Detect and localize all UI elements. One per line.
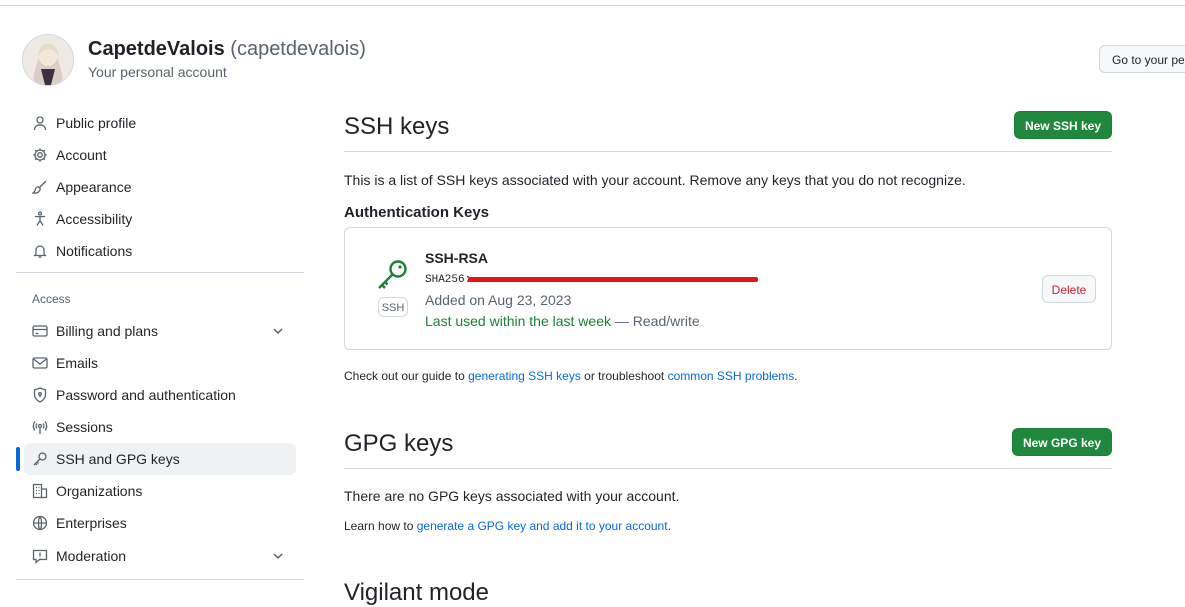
credit-card-icon bbox=[32, 323, 48, 339]
delete-key-button[interactable]: Delete bbox=[1042, 275, 1096, 303]
last-used-text: Last used within the last week bbox=[425, 313, 611, 329]
sidebar-item-label: Password and authentication bbox=[56, 387, 236, 403]
ssh-description: This is a list of SSH keys associated wi… bbox=[344, 172, 966, 188]
sidebar-item-accessibility[interactable]: Accessibility bbox=[24, 203, 296, 235]
key-fingerprint: SHA256: bbox=[425, 274, 472, 286]
sidebar-item-label: Appearance bbox=[56, 179, 132, 195]
access-heading: Access bbox=[32, 292, 71, 306]
sidebar-item-account[interactable]: Account bbox=[24, 139, 296, 171]
sidebar-divider bbox=[16, 579, 304, 580]
new-gpg-key-button[interactable]: New GPG key bbox=[1012, 428, 1112, 456]
paintbrush-icon bbox=[32, 179, 48, 195]
key-last-used: Last used within the last week — Read/wr… bbox=[425, 313, 700, 329]
sidebar-item-label: Accessibility bbox=[56, 211, 133, 227]
learn-end: . bbox=[667, 519, 671, 533]
redaction-mark bbox=[468, 277, 758, 282]
sidebar-item-label: Emails bbox=[56, 355, 99, 371]
sidebar-item-label: Notifications bbox=[56, 243, 133, 259]
report-icon bbox=[32, 548, 48, 564]
guide-mid: or troubleshoot bbox=[584, 369, 665, 383]
vigilant-mode-title: Vigilant mode bbox=[344, 579, 489, 606]
sidebar-item-ssh-gpg-keys[interactable]: SSH and GPG keys bbox=[24, 443, 296, 475]
sidebar-item-label: Billing and plans bbox=[56, 323, 158, 339]
sidebar-item-label: Moderation bbox=[56, 548, 127, 564]
sidebar-item-label: Account bbox=[56, 147, 107, 163]
sidebar-item-label: Enterprises bbox=[56, 515, 127, 531]
key-icon bbox=[374, 258, 410, 294]
account-title: CapetdeValois (capetdevalois) bbox=[88, 38, 366, 61]
chevron-down-icon[interactable] bbox=[270, 548, 286, 564]
sidebar-item-appearance[interactable]: Appearance bbox=[24, 171, 296, 203]
sidebar-item-password-auth[interactable]: Password and authentication bbox=[24, 379, 296, 411]
sidebar-item-notifications[interactable]: Notifications bbox=[24, 235, 296, 267]
new-ssh-key-button[interactable]: New SSH key bbox=[1014, 111, 1112, 139]
mail-icon bbox=[32, 355, 48, 371]
ssh-guide-text: Check out our guide to generating SSH ke… bbox=[344, 369, 798, 383]
learn-prefix: Learn how to bbox=[344, 519, 414, 533]
sidebar-item-enterprises[interactable]: Enterprises bbox=[24, 507, 296, 539]
gpg-empty-text: There are no GPG keys associated with yo… bbox=[344, 488, 680, 504]
ssh-badge: SSH bbox=[378, 297, 408, 317]
access-level: — Read/write bbox=[614, 313, 700, 329]
guide-prefix: Check out our guide to bbox=[344, 369, 465, 383]
key-added-date: Added on Aug 23, 2023 bbox=[425, 292, 572, 308]
generate-gpg-key-link[interactable]: generate a GPG key and add it to your ac… bbox=[417, 519, 668, 533]
key-type: SSH-RSA bbox=[425, 250, 489, 266]
gear-icon bbox=[32, 147, 48, 163]
sidebar-item-organizations[interactable]: Organizations bbox=[24, 475, 296, 507]
sidebar-item-emails[interactable]: Emails bbox=[24, 347, 296, 379]
accessibility-icon bbox=[32, 211, 48, 227]
sidebar-item-label: Public profile bbox=[56, 115, 137, 131]
common-ssh-problems-link[interactable]: common SSH problems bbox=[668, 369, 795, 383]
ssh-keys-title: SSH keys bbox=[344, 113, 450, 140]
go-to-profile-button[interactable]: Go to your personal profile bbox=[1099, 45, 1185, 73]
organization-icon bbox=[32, 483, 48, 499]
auth-keys-heading: Authentication Keys bbox=[344, 204, 490, 221]
globe-icon bbox=[32, 515, 48, 531]
top-divider bbox=[0, 5, 1185, 6]
person-icon bbox=[32, 115, 48, 131]
sidebar-item-public-profile[interactable]: Public profile bbox=[24, 107, 296, 139]
gpg-learn-text: Learn how to generate a GPG key and add … bbox=[344, 519, 671, 533]
section-divider bbox=[344, 151, 1112, 152]
broadcast-icon bbox=[32, 419, 48, 435]
sidebar-item-label: Organizations bbox=[56, 483, 143, 499]
generating-ssh-keys-link[interactable]: generating SSH keys bbox=[468, 369, 581, 383]
avatar[interactable] bbox=[22, 34, 74, 86]
shield-lock-icon bbox=[32, 387, 48, 403]
sidebar-item-billing[interactable]: Billing and plans bbox=[24, 315, 296, 347]
sidebar-item-label: Sessions bbox=[56, 419, 113, 435]
gpg-keys-title: GPG keys bbox=[344, 430, 454, 457]
guide-end: . bbox=[794, 369, 798, 383]
user-handle: (capetdevalois) bbox=[230, 38, 366, 60]
user-name[interactable]: CapetdeValois bbox=[88, 38, 225, 60]
key-icon bbox=[32, 451, 48, 467]
sidebar-item-moderation[interactable]: Moderation bbox=[24, 540, 296, 572]
ssh-key-item bbox=[344, 227, 1112, 350]
sidebar-item-sessions[interactable]: Sessions bbox=[24, 411, 296, 443]
chevron-down-icon[interactable] bbox=[270, 323, 286, 339]
account-subtitle: Your personal account bbox=[88, 64, 227, 80]
active-indicator bbox=[16, 447, 20, 471]
sidebar-divider bbox=[16, 272, 304, 273]
section-divider bbox=[344, 468, 1112, 469]
sidebar-item-label: SSH and GPG keys bbox=[56, 451, 180, 467]
bell-icon bbox=[32, 243, 48, 259]
